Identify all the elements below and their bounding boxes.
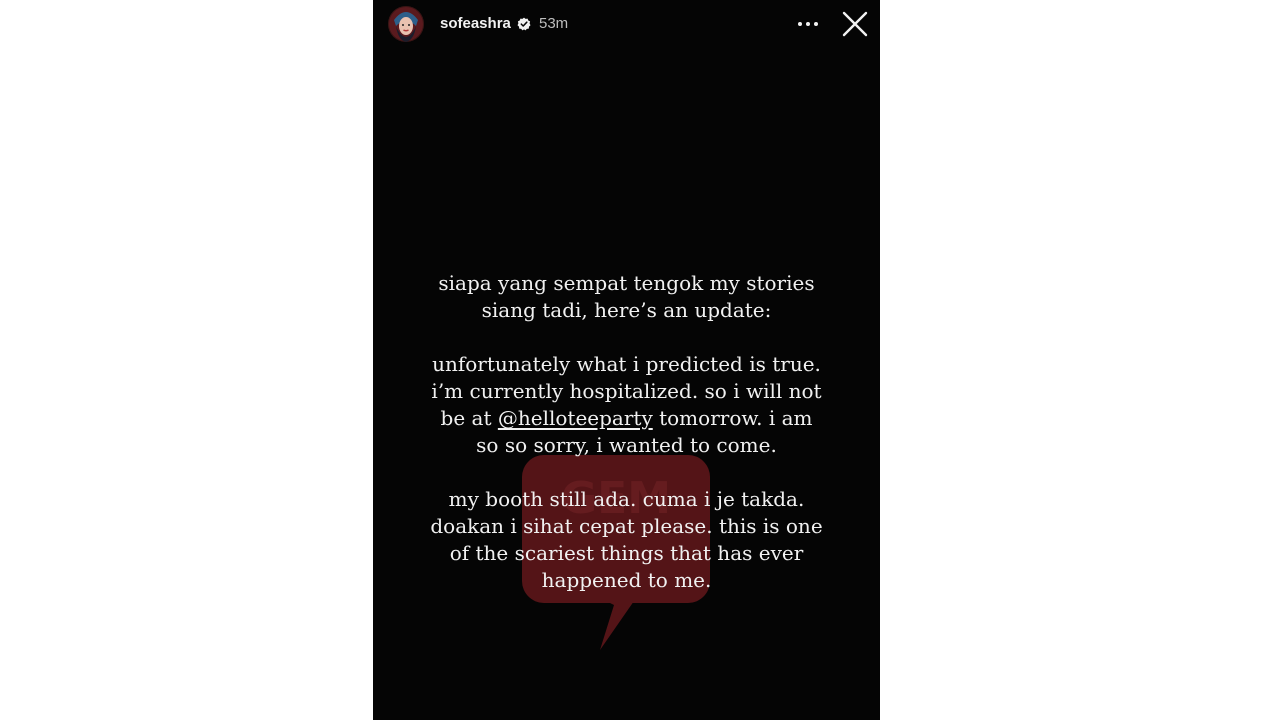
close-icon (842, 11, 868, 37)
verified-badge-icon (517, 17, 531, 31)
story-line: siapa yang sempat tengok my stories (438, 271, 815, 295)
mention-link[interactable]: @helloteeparty (498, 406, 653, 430)
story-line: doakan i sihat cepat please. this is one (430, 514, 823, 538)
story-line: my booth still ada. cuma i je takda. (448, 487, 805, 511)
story-text-fragment: tomorrow. i am (652, 406, 813, 430)
story-header: sofeashra 53m (373, 0, 880, 50)
story-line: i’m currently hospitalized. so i will no… (431, 379, 822, 403)
page: sofeashra 53m GEM siapa yang sempat teng… (0, 0, 1280, 720)
story-text: siapa yang sempat tengok my stories sian… (401, 270, 852, 621)
avatar-image (388, 6, 424, 42)
story-line: unfortunately what i predicted is true. (432, 352, 821, 376)
story-text-fragment: be at (440, 406, 498, 430)
more-options-button[interactable] (793, 12, 823, 36)
story-line: happened to me. (541, 568, 712, 592)
timestamp: 53m (539, 15, 569, 32)
avatar[interactable] (388, 6, 424, 42)
close-button[interactable] (841, 10, 869, 38)
username[interactable]: sofeashra (440, 15, 511, 32)
story-line: siang tadi, here’s an update: (481, 298, 772, 322)
story-line: of the scariest things that has ever (449, 541, 804, 565)
story-paragraph: unfortunately what i predicted is true. … (401, 351, 852, 459)
story-line-with-mention: be at @helloteeparty tomorrow. i am (401, 405, 852, 432)
story-viewer[interactable]: sofeashra 53m GEM siapa yang sempat teng… (373, 0, 880, 720)
more-horizontal-icon (798, 22, 818, 26)
story-line: so so sorry, i wanted to come. (476, 433, 777, 457)
story-paragraph: my booth still ada. cuma i je takda. doa… (401, 486, 852, 594)
story-paragraph: siapa yang sempat tengok my stories sian… (401, 270, 852, 324)
